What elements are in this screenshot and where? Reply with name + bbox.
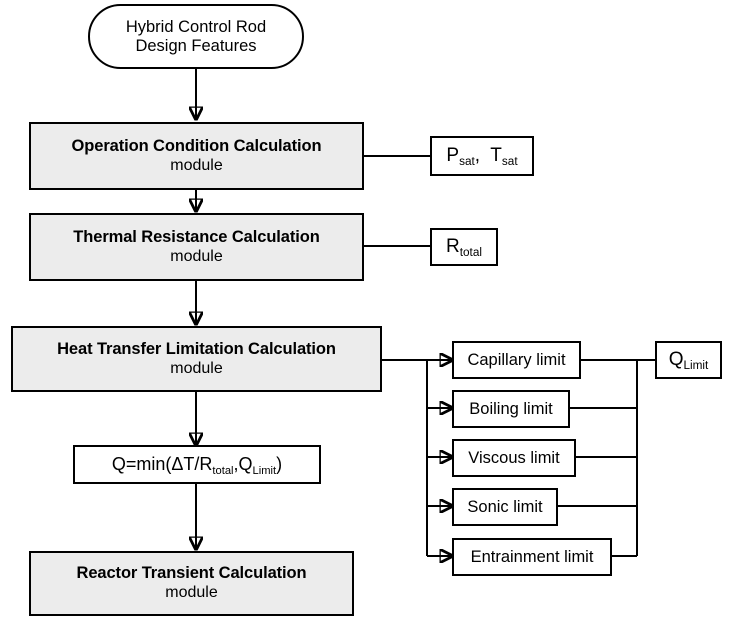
reactor-transient-subtitle: module — [165, 584, 218, 602]
operation-condition-title: Operation Condition Calculation — [71, 136, 322, 155]
node-q-limit-output[interactable]: QLimit — [655, 341, 722, 379]
node-saturation-output[interactable]: Psat, Tsat — [430, 136, 534, 176]
node-limit-entrainment[interactable]: Entrainment limit — [452, 538, 612, 576]
node-start-terminator[interactable]: Hybrid Control Rod Design Features — [88, 4, 304, 69]
q-limit-output-text: QLimit — [668, 349, 709, 372]
thermal-resistance-output-text: Rtotal — [446, 236, 482, 259]
limit-boiling-label: Boiling limit — [469, 399, 553, 418]
node-limit-boiling[interactable]: Boiling limit — [452, 390, 570, 428]
thermal-resistance-title: Thermal Resistance Calculation — [73, 227, 320, 246]
node-limit-viscous[interactable]: Viscous limit — [452, 439, 576, 477]
limit-capillary-label: Capillary limit — [467, 350, 566, 369]
node-limit-sonic[interactable]: Sonic limit — [452, 488, 558, 526]
heat-rate-formula-text: Q=min(ΔT/Rtotal,QLimit) — [111, 454, 283, 477]
limit-entrainment-label: Entrainment limit — [470, 547, 594, 566]
start-terminator-line1: Hybrid Control Rod — [125, 17, 267, 36]
saturation-output-text: Psat, Tsat — [446, 145, 518, 168]
heat-transfer-limitation-subtitle: module — [170, 359, 223, 377]
heat-transfer-limitation-title: Heat Transfer Limitation Calculation — [57, 339, 336, 358]
node-thermal-resistance-output[interactable]: Rtotal — [430, 228, 498, 266]
node-heat-transfer-limitation-module[interactable]: Heat Transfer Limitation Calculation mod… — [11, 326, 382, 392]
operation-condition-subtitle: module — [170, 156, 223, 174]
start-terminator-line2: Design Features — [135, 36, 257, 55]
flowchart-canvas: Hybrid Control Rod Design Features Opera… — [0, 0, 732, 634]
connector-layer — [0, 69, 655, 634]
node-reactor-transient-module[interactable]: Reactor Transient Calculation module — [29, 551, 354, 616]
thermal-resistance-subtitle: module — [170, 247, 223, 265]
reactor-transient-title: Reactor Transient Calculation — [76, 564, 307, 583]
node-operation-condition-module[interactable]: Operation Condition Calculation module — [29, 122, 364, 190]
limit-sonic-label: Sonic limit — [467, 497, 543, 516]
node-heat-rate-formula[interactable]: Q=min(ΔT/Rtotal,QLimit) — [73, 445, 321, 484]
limit-viscous-label: Viscous limit — [468, 448, 560, 467]
node-limit-capillary[interactable]: Capillary limit — [452, 341, 581, 379]
node-thermal-resistance-module[interactable]: Thermal Resistance Calculation module — [29, 213, 364, 281]
